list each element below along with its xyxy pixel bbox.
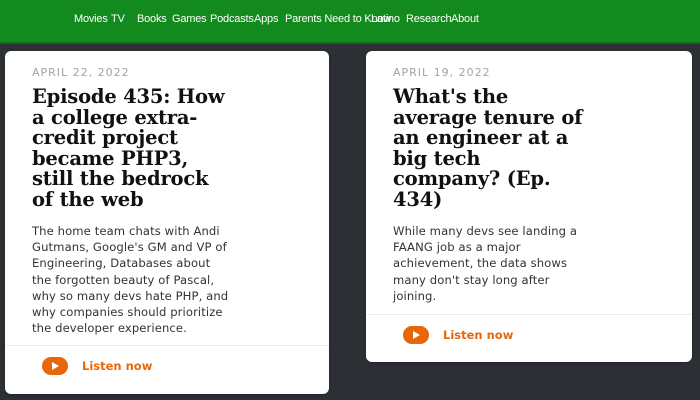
card-description-line: the forgotten beauty of Pascal, [32,272,215,287]
card-description: The home team chats with Andi Gutmans, G… [32,223,315,336]
card-title-line: of the web [32,187,144,211]
nav-item-games[interactable]: Games [172,13,207,25]
card-title[interactable]: What's the average tenure of an engineer… [393,86,678,211]
nav-item-books[interactable]: Books [137,13,167,25]
card-description-line: Engineering, Databases about [32,256,211,271]
top-nav-bar: Movies TV Books Games Podcasts Apps Pare… [0,0,700,44]
card-footer: Listen now [5,345,329,394]
play-icon [42,357,68,375]
nav-item-movies[interactable]: Movies [74,13,108,25]
episode-card[interactable]: APRIL 19, 2022 What's the average tenure… [366,51,692,362]
episode-card[interactable]: APRIL 22, 2022 Episode 435: How a colleg… [5,51,329,394]
listen-now-button[interactable]: Listen now [403,326,513,344]
listen-now-label: Listen now [82,359,153,373]
card-date: APRIL 22, 2022 [32,66,130,79]
card-content: APRIL 22, 2022 Episode 435: How a colleg… [32,66,315,336]
card-description-line: the developer experience. [32,321,187,336]
card-description-line: why companies should prioritize [32,305,223,320]
card-description-line: Gutmans, Google's GM and VP of [32,240,227,255]
listen-now-button[interactable]: Listen now [42,357,152,375]
card-footer: Listen now [366,314,692,362]
nav-item-research[interactable]: Research [406,13,452,25]
card-description-line: achievement, the data shows [393,256,568,271]
listen-now-label: Listen now [443,328,514,342]
card-description-line: FAANG job as a major [393,240,521,255]
card-description-line: While many devs see landing a [393,224,578,238]
nav-item-latino[interactable]: Latino [371,13,400,25]
nav-item-tv[interactable]: TV [111,13,125,25]
nav-item-podcasts[interactable]: Podcasts [210,13,254,25]
card-date: APRIL 19, 2022 [393,66,491,79]
card-description: While many devs see landing a FAANG job … [393,223,678,304]
card-description-line: joining. [393,288,437,303]
nav-menu: Movies TV Books Games Podcasts Apps Pare… [0,0,700,44]
card-description-line: many don't stay long after [393,272,550,287]
play-icon [403,326,429,344]
card-description-line: why so many devs hate PHP, and [32,288,229,303]
nav-item-apps[interactable]: Apps [254,13,278,25]
card-content: APRIL 19, 2022 What's the average tenure… [393,66,678,304]
card-description-line: The home team chats with Andi [32,224,220,238]
card-title-line: 434) [393,187,443,211]
nav-item-about[interactable]: About [451,13,479,25]
card-title[interactable]: Episode 435: How a college extra- credit… [32,86,315,211]
